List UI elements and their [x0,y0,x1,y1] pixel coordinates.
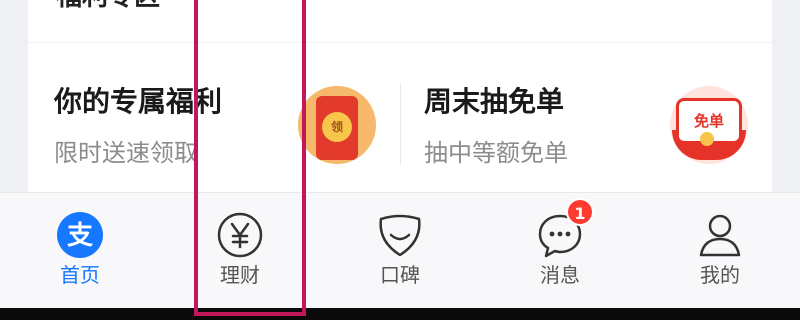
promo-divider [400,84,401,164]
tab-home[interactable]: 支 首页 [0,193,160,309]
promo-title: 周末抽免单 [424,85,565,118]
tab-finance[interactable]: 理财 [160,193,320,309]
svg-text:支: 支 [67,221,93,251]
tab-label: 我的 [700,263,740,287]
promo-title: 你的专属福利 [54,85,223,118]
section-title: 福利专区 [56,0,160,12]
koubei-icon [379,214,421,257]
bottom-tab-bar: 支 首页 理财 口碑 消息 我的 [0,192,800,309]
promo-subtitle: 抽中等额免单 [424,139,568,167]
card-divider [28,42,772,43]
message-badge: 1 [566,198,594,226]
profile-icon [699,214,741,257]
tab-label: 消息 [540,263,580,287]
promo-subtitle: 限时送速领取 [54,139,198,167]
tab-messages[interactable]: 消息 [480,193,640,309]
tab-label: 口碑 [380,263,420,287]
tab-koubei[interactable]: 口碑 [320,193,480,309]
tab-label: 理财 [220,263,260,287]
alipay-home-icon: 支 [57,212,103,258]
bottom-strip [0,308,800,320]
yuan-icon [217,212,263,258]
tab-me[interactable]: 我的 [640,193,800,309]
tab-label: 首页 [60,263,100,287]
